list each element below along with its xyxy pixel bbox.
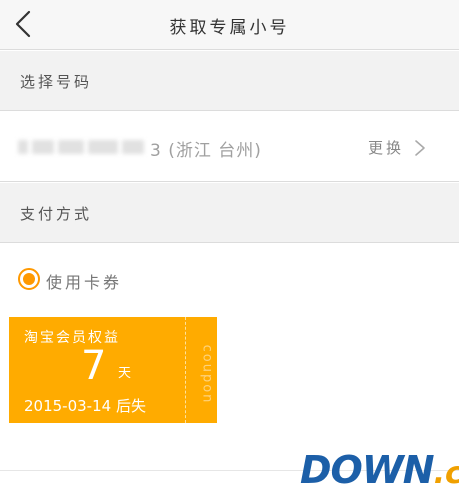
- coupon-perforation: [185, 317, 186, 423]
- coupon-card[interactable]: 淘宝会员权益 7 天 2015-03-14 后失 coupon: [9, 317, 217, 423]
- use-coupon-label[interactable]: 使用卡券: [46, 269, 122, 293]
- coupon-days-unit: 天: [118, 366, 132, 381]
- coupon-days: 7: [81, 343, 107, 389]
- section-payment-method-label: 支付方式: [20, 205, 93, 223]
- watermark-main: DOWN: [300, 448, 435, 492]
- use-coupon-radio[interactable]: [18, 268, 40, 290]
- masked-phone-number: [18, 137, 148, 157]
- watermark-logo: DOWN.cc: [300, 448, 459, 492]
- page-title: 获取专属小号: [169, 18, 290, 38]
- navigation-bar: 获取专属小号: [0, 0, 459, 50]
- phone-number-row[interactable]: 3 (浙江 台州) 更换: [0, 111, 459, 182]
- watermark-suffix: .cc: [433, 456, 459, 491]
- chevron-right-icon: [415, 140, 425, 156]
- section-select-number: 选择号码: [0, 51, 459, 111]
- coupon-side-text: coupon: [199, 344, 215, 405]
- phone-number-region: 3 (浙江 台州): [150, 141, 262, 161]
- section-payment-method: 支付方式: [0, 183, 459, 243]
- section-select-number-label: 选择号码: [20, 73, 93, 91]
- coupon-side-label: coupon: [189, 344, 215, 407]
- coupon-expiry: 2015-03-14 后失: [24, 397, 146, 415]
- change-number-button[interactable]: 更换: [368, 137, 404, 158]
